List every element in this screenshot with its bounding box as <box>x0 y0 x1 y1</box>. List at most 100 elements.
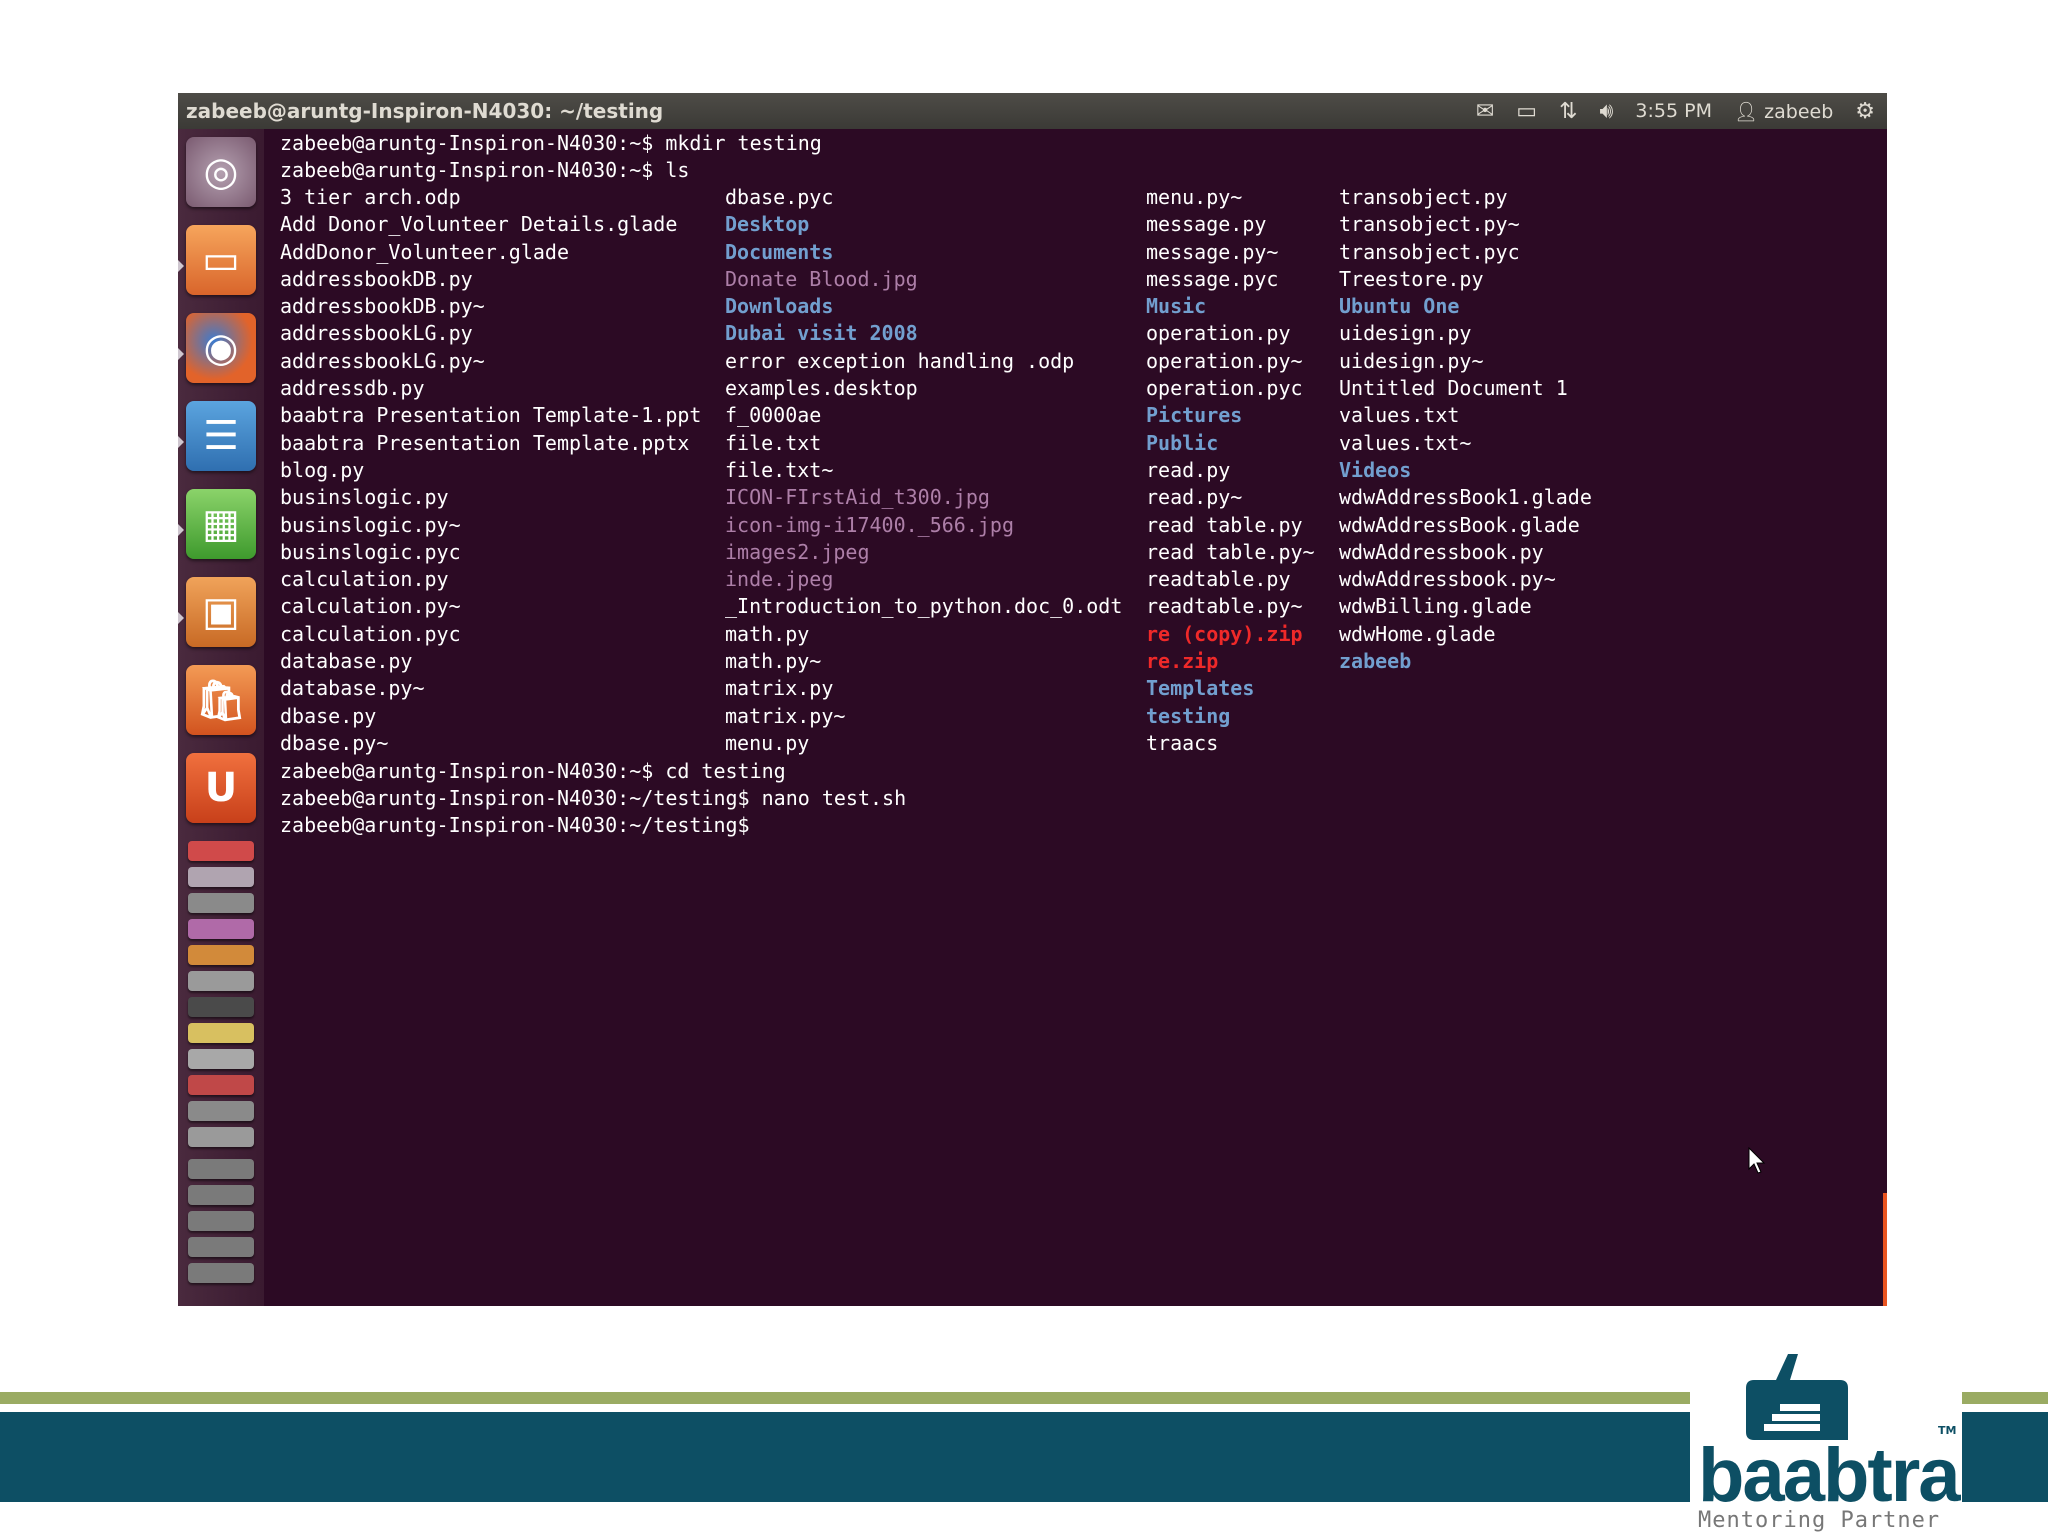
desktop-screenshot: zabeeb@aruntg-Inspiron-N4030: ~/testing … <box>178 93 1887 1306</box>
user-menu[interactable]: 👤︎ zabeeb <box>1734 100 1833 123</box>
file-entry: AddDonor_Volunteer.glade <box>280 239 569 264</box>
directory-entry: Templates <box>1146 676 1255 701</box>
ls-column-2: dbase.pyc Desktop Documents Donate Blood.jp… <box>725 184 1122 757</box>
file-entry: businslogic.py <box>280 485 449 510</box>
file-entry: read table.py <box>1146 512 1303 537</box>
file-entry: wdwAddressbook.py~ <box>1339 567 1556 592</box>
file-entry: addressbookLG.py <box>280 321 473 346</box>
power-icon[interactable]: ⚙ <box>1855 99 1875 124</box>
ubuntu-one-icon[interactable]: U <box>186 753 256 823</box>
file-entry: ICON-FIrstAid_t300.jpg <box>725 485 990 510</box>
clock[interactable]: 3:55 PM <box>1635 100 1712 122</box>
file-entry: operation.py~ <box>1146 348 1303 373</box>
file-entry: message.pyc <box>1146 266 1279 291</box>
dash-home-icon[interactable]: ◎ <box>186 137 256 207</box>
running-indicator <box>178 260 184 272</box>
file-entry: math.py <box>725 621 810 646</box>
directory-entry: Downloads <box>725 294 834 319</box>
directory-entry: Pictures <box>1146 403 1243 428</box>
launcher-app-icon[interactable] <box>188 1101 254 1121</box>
home-folder-icon[interactable]: ▭ <box>186 225 256 295</box>
file-entry: wdwBilling.glade <box>1339 594 1532 619</box>
file-entry: re (copy).zip <box>1146 621 1303 646</box>
file-entry: baabtra Presentation Template.pptx <box>280 430 690 455</box>
ls-column-3: menu.py~ message.py message.py~ message.pyc… <box>1146 184 1315 757</box>
file-entry: uidesign.py~ <box>1339 348 1484 373</box>
battery-icon[interactable]: ▭ <box>1516 99 1537 124</box>
launcher-app-icon[interactable] <box>188 893 254 913</box>
launcher-app-icon[interactable] <box>188 841 254 861</box>
scrollbar-indicator[interactable] <box>1883 1193 1887 1306</box>
file-entry: file.txt~ <box>725 457 834 482</box>
file-entry: addressbookLG.py~ <box>280 348 485 373</box>
user-icon: 👤︎ <box>1733 100 1759 123</box>
file-entry: menu.py <box>725 730 810 755</box>
file-entry: operation.py <box>1146 321 1291 346</box>
file-entry: values.txt <box>1339 403 1460 428</box>
firefox-icon[interactable]: ◉ <box>186 313 256 383</box>
writer-icon[interactable]: ☰ <box>186 401 256 471</box>
file-entry: read.py~ <box>1146 485 1243 510</box>
file-entry: icon-img-i17400._566.jpg <box>725 512 1014 537</box>
logo-mark-icon <box>1746 1354 1848 1440</box>
window-title: zabeeb@aruntg-Inspiron-N4030: ~/testing <box>186 99 664 123</box>
directory-entry: Dubai visit 2008 <box>725 321 918 346</box>
file-entry: 3 tier arch.odp <box>280 185 461 209</box>
launcher-app-icon[interactable] <box>188 1237 254 1257</box>
file-entry: wdwAddressBook1.glade <box>1339 485 1592 510</box>
launcher-app-icon[interactable] <box>188 1263 254 1283</box>
file-entry: examples.desktop <box>725 376 918 401</box>
launcher-app-icon[interactable] <box>188 1023 254 1043</box>
impress-icon[interactable]: ▣ <box>186 577 256 647</box>
calc-icon[interactable]: ▦ <box>186 489 256 559</box>
launcher-app-icon[interactable] <box>188 1049 254 1069</box>
launcher-app-icon[interactable] <box>188 1211 254 1231</box>
file-entry: calculation.py~ <box>280 594 461 619</box>
running-indicator <box>178 612 184 624</box>
file-entry: transobject.py~ <box>1339 212 1520 237</box>
mail-icon[interactable]: ✉ <box>1476 99 1494 124</box>
launcher-app-icon[interactable] <box>188 945 254 965</box>
launcher-app-icon[interactable] <box>188 1075 254 1095</box>
software-center-icon[interactable]: 🛍︎ <box>186 665 256 735</box>
file-entry: readtable.py <box>1146 567 1291 592</box>
file-entry: matrix.py <box>725 676 834 701</box>
network-icon[interactable]: ⇅ <box>1559 99 1577 124</box>
launcher-app-icon[interactable] <box>188 919 254 939</box>
baabtra-logo: TM baabtra Mentoring Partner <box>1690 1342 1962 1536</box>
file-entry: error exception handling .odp <box>725 348 1075 373</box>
file-entry: transobject.pyc <box>1339 239 1520 264</box>
file-entry: Treestore.py <box>1339 266 1484 291</box>
system-tray: ✉ ▭ ⇅ 🔊︎ 3:55 PM 👤︎ zabeeb ⚙ <box>1476 93 1875 129</box>
file-entry: businslogic.py~ <box>280 512 461 537</box>
launcher-app-icon[interactable] <box>188 971 254 991</box>
launcher-app-icon[interactable] <box>188 1127 254 1147</box>
volume-icon[interactable]: 🔊︎ <box>1600 99 1614 124</box>
running-indicator <box>178 348 184 360</box>
file-entry: wdwHome.glade <box>1339 621 1496 646</box>
file-entry: read table.py~ <box>1146 539 1315 564</box>
file-entry: f_0000ae <box>725 403 822 428</box>
file-entry: readtable.py~ <box>1146 594 1303 619</box>
terminal-line: zabeeb@aruntg-Inspiron-N4030:~/testing$ … <box>280 786 907 810</box>
terminal[interactable]: zabeeb@aruntg-Inspiron-N4030:~$ mkdir te… <box>264 129 1887 1306</box>
file-entry: transobject.py <box>1339 185 1508 209</box>
running-indicator <box>178 436 184 448</box>
terminal-line: zabeeb@aruntg-Inspiron-N4030:~$ ls <box>280 158 690 182</box>
directory-entry: Documents <box>725 239 834 264</box>
file-entry: message.py <box>1146 212 1267 237</box>
terminal-line: zabeeb@aruntg-Inspiron-N4030:~$ mkdir te… <box>280 131 822 155</box>
terminal-line: zabeeb@aruntg-Inspiron-N4030:~$ cd testi… <box>280 759 786 783</box>
directory-entry: zabeeb <box>1339 649 1412 674</box>
file-entry: Add Donor_Volunteer Details.glade <box>280 212 678 237</box>
launcher-app-icon[interactable] <box>188 867 254 887</box>
file-entry: uidesign.py <box>1339 321 1472 346</box>
launcher-app-icon[interactable] <box>188 1159 254 1179</box>
directory-entry: Videos <box>1339 457 1412 482</box>
launcher-app-icon[interactable] <box>188 1185 254 1205</box>
file-entry: traacs <box>1146 730 1219 755</box>
directory-entry: testing <box>1146 703 1231 728</box>
launcher-app-icon[interactable] <box>188 997 254 1017</box>
file-entry: wdwAddressBook.glade <box>1339 512 1580 537</box>
file-entry: file.txt <box>725 430 822 455</box>
